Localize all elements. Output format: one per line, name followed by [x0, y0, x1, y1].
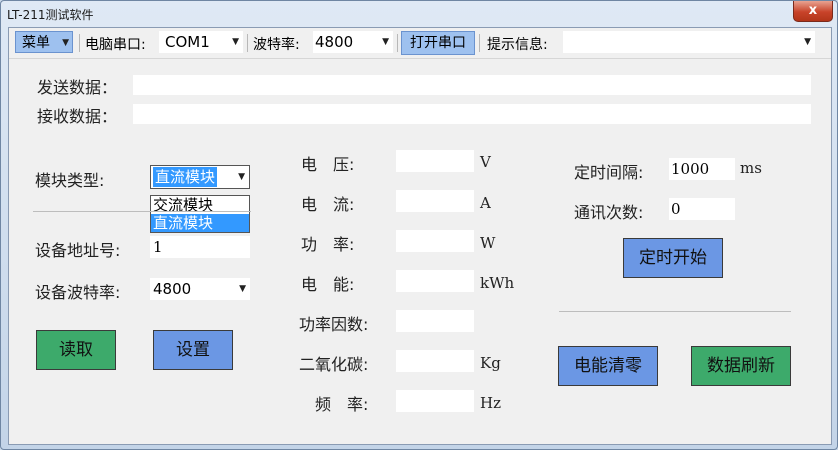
receive-field[interactable]: [133, 104, 811, 124]
chevron-down-icon: ▼: [62, 38, 69, 48]
menu-button[interactable]: 菜单 ▼: [15, 31, 73, 53]
power-factor-label: 功率因数:: [299, 315, 369, 334]
right-divider: [559, 311, 791, 312]
open-port-button[interactable]: 打开串口: [401, 31, 475, 55]
baud-select[interactable]: 4800 ▼: [313, 31, 393, 53]
receive-label: 接收数据：: [37, 107, 118, 126]
read-button[interactable]: 读取: [36, 330, 116, 370]
interval-field[interactable]: 1000: [669, 158, 735, 180]
device-baud-select[interactable]: 4800 ▼: [150, 278, 250, 300]
toolbar-separator: [479, 34, 480, 52]
frequency-label: 频 率:: [315, 395, 369, 414]
close-button[interactable]: x: [793, 1, 833, 22]
title-bar: LT-211测试软件 x: [1, 1, 837, 27]
co2-unit: Kg: [480, 354, 501, 372]
chevron-down-icon: ▼: [238, 172, 245, 182]
send-field[interactable]: [133, 75, 811, 95]
module-type-select[interactable]: 直流模块 ▼: [150, 165, 250, 189]
chevron-down-icon: ▼: [804, 37, 811, 47]
power-field: [396, 230, 474, 252]
co2-label: 二氧化碳:: [299, 355, 369, 374]
chevron-down-icon: ▼: [239, 284, 246, 294]
window-title: LT-211测试软件: [7, 8, 94, 22]
module-type-dropdown: 交流模块 直流模块: [150, 195, 250, 233]
set-button[interactable]: 设置: [153, 330, 233, 370]
module-type-label: 模块类型:: [35, 171, 105, 190]
device-address-label: 设备地址号:: [35, 241, 121, 260]
toolbar-separator: [247, 34, 248, 52]
frequency-field: [396, 390, 474, 412]
chevron-down-icon: ▼: [232, 37, 239, 47]
count-value: 0: [671, 200, 681, 218]
baud-value: 4800: [315, 33, 354, 51]
timer-start-button[interactable]: 定时开始: [623, 238, 723, 278]
device-baud-value: 4800: [153, 280, 192, 298]
power-label: 功 率:: [301, 235, 355, 254]
module-type-value: 直流模块: [153, 167, 218, 187]
info-select[interactable]: ▼: [563, 31, 815, 53]
port-label: 电脑串口:: [85, 37, 146, 53]
toolbar-separator: [397, 34, 398, 52]
clear-energy-button[interactable]: 电能清零: [558, 346, 658, 386]
power-unit: W: [480, 234, 496, 252]
send-label: 发送数据：: [37, 78, 118, 97]
app-window: LT-211测试软件 x 菜单 ▼ 电脑串口: COM1 ▼ 波特率: 4800…: [0, 0, 838, 450]
current-field: [396, 190, 474, 212]
count-label: 通讯次数:: [574, 203, 644, 222]
toolbar: 菜单 ▼ 电脑串口: COM1 ▼ 波特率: 4800 ▼ 打开串口 提示信息:…: [9, 28, 831, 59]
current-unit: A: [480, 194, 491, 212]
interval-label: 定时间隔:: [574, 163, 644, 182]
client-area: 菜单 ▼ 电脑串口: COM1 ▼ 波特率: 4800 ▼ 打开串口 提示信息:…: [8, 27, 832, 445]
device-address-field[interactable]: 1: [150, 236, 250, 258]
voltage-unit: V: [480, 153, 491, 171]
info-label: 提示信息:: [487, 37, 548, 53]
port-value: COM1: [165, 33, 210, 51]
left-divider: [33, 211, 251, 212]
frequency-unit: Hz: [480, 394, 501, 412]
interval-value: 1000: [671, 160, 710, 178]
device-baud-label: 设备波特率:: [35, 283, 121, 302]
interval-unit: ms: [740, 159, 762, 177]
energy-field: [396, 270, 474, 292]
module-option-dc[interactable]: 直流模块: [151, 214, 249, 232]
co2-field: [396, 350, 474, 372]
power-factor-field: [396, 310, 474, 332]
chevron-down-icon: ▼: [382, 37, 389, 47]
voltage-field: [396, 150, 474, 172]
toolbar-separator: [79, 34, 80, 52]
voltage-label: 电 压:: [301, 155, 355, 174]
energy-unit: kWh: [480, 274, 515, 292]
count-field: 0: [669, 198, 735, 220]
device-address-value: 1: [153, 238, 163, 256]
port-select[interactable]: COM1 ▼: [159, 31, 243, 53]
menu-label: 菜单: [22, 35, 50, 51]
energy-label: 电 能:: [301, 275, 355, 294]
baud-label: 波特率:: [253, 37, 300, 53]
refresh-data-button[interactable]: 数据刷新: [691, 346, 791, 386]
current-label: 电 流:: [301, 195, 355, 214]
